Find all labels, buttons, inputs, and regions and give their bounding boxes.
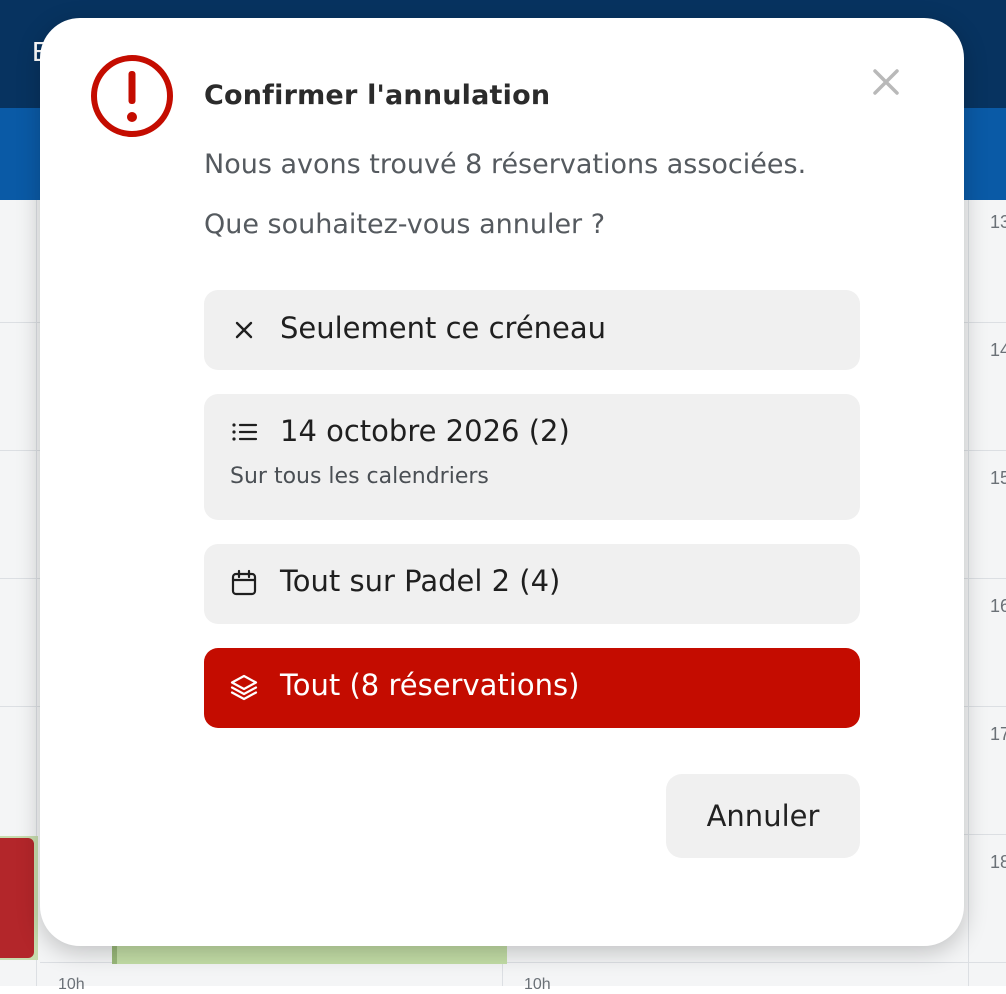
hour-label: 14: [990, 340, 1006, 360]
list-icon: [232, 423, 258, 441]
dialog-question: Que souhaitez-vous annuler ?: [204, 209, 606, 240]
hour-label: 10h: [58, 976, 85, 993]
option-all-button[interactable]: Tout (8 réservations): [204, 648, 860, 728]
hour-label: 17: [990, 724, 1006, 744]
grid-row-line: [960, 578, 1006, 579]
option-label: Tout (8 réservations): [280, 668, 580, 702]
alert-circle-icon: [91, 55, 173, 137]
layers-icon: [230, 674, 258, 701]
grid-row-line: [0, 706, 40, 707]
grid-row-line: [0, 322, 40, 323]
option-this-slot-button[interactable]: Seulement ce créneau: [204, 290, 860, 370]
dialog-title: Confirmer l'annulation: [204, 80, 551, 111]
option-day-button[interactable]: 14 octobre 2026 (2) Sur tous les calendr…: [204, 394, 860, 520]
grid-row-line: [0, 450, 40, 451]
hour-label: 16: [990, 596, 1006, 616]
hour-label: 18: [990, 852, 1006, 872]
hour-label: 13: [990, 212, 1006, 232]
option-sublabel: Sur tous les calendriers: [230, 464, 489, 489]
grid-row-line: [0, 578, 40, 579]
cancel-button[interactable]: Annuler: [666, 774, 860, 858]
dialog-message: Nous avons trouvé 8 réservations associé…: [204, 149, 807, 180]
grid-row-line: [960, 322, 1006, 323]
option-court-button[interactable]: Tout sur Padel 2 (4): [204, 544, 860, 624]
grid-row-line: [960, 706, 1006, 707]
option-label: 14 octobre 2026 (2): [280, 414, 570, 448]
hour-label: 10h: [524, 976, 551, 993]
grid-row-line: [960, 450, 1006, 451]
hour-label: 15: [990, 468, 1006, 488]
grid-column-line: [968, 200, 969, 986]
option-label: Seulement ce créneau: [280, 311, 607, 345]
grid-row-line: [960, 834, 1006, 835]
event-block[interactable]: [0, 838, 34, 958]
calendar-icon: [231, 569, 257, 596]
close-icon: [235, 321, 253, 339]
option-label: Tout sur Padel 2 (4): [280, 564, 561, 598]
close-icon[interactable]: [870, 66, 902, 98]
confirm-cancel-dialog: Confirmer l'annulation Nous avons trouvé…: [40, 18, 964, 946]
